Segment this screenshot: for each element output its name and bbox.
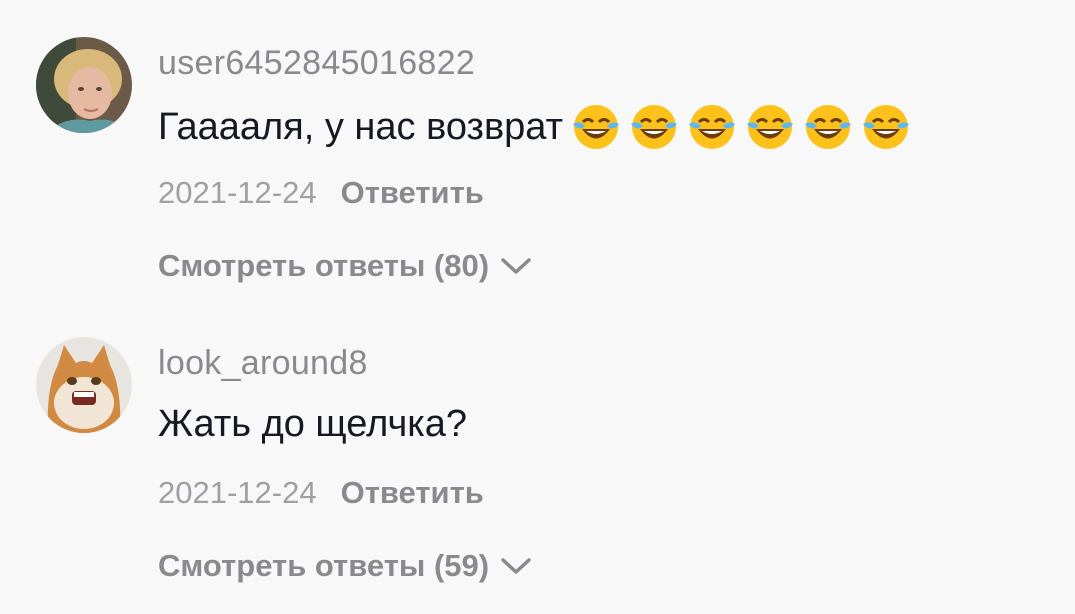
face-with-tears-of-joy-icon	[689, 105, 735, 149]
comment-item: look_around8 Жать до щелчка? 2021-12-24 О…	[0, 300, 1075, 614]
chevron-down-icon	[501, 558, 531, 574]
username[interactable]: user6452845016822	[158, 44, 475, 83]
face-with-tears-of-joy-icon	[863, 105, 909, 149]
comment-item: user6452845016822 Гааааля, у нас возврат…	[0, 0, 1075, 300]
comment-date: 2021-12-24	[158, 475, 317, 510]
comment-text: Гааааля, у нас возврат	[158, 100, 913, 154]
comment-text: Жать до щелчка?	[158, 403, 467, 446]
view-replies-button[interactable]: Смотреть ответы (59)	[158, 548, 533, 584]
username[interactable]: look_around8	[158, 344, 368, 383]
comment-meta: 2021-12-24 Ответить	[158, 475, 484, 511]
comment-meta: 2021-12-24 Ответить	[158, 175, 484, 211]
view-replies-label: Смотреть ответы (80)	[158, 248, 490, 283]
view-replies-button[interactable]: Смотреть ответы (80)	[158, 248, 533, 284]
avatar[interactable]	[36, 37, 132, 133]
comment-text-content: Жать до щелчка?	[158, 403, 468, 445]
emoji-row	[565, 100, 913, 154]
avatar[interactable]	[36, 337, 132, 433]
chevron-down-icon	[501, 258, 531, 274]
comment-date: 2021-12-24	[158, 175, 317, 210]
face-with-tears-of-joy-icon	[573, 105, 619, 149]
reply-button[interactable]: Ответить	[341, 175, 484, 210]
view-replies-label: Смотреть ответы (59)	[158, 548, 490, 583]
reply-button[interactable]: Ответить	[341, 475, 484, 510]
comment-text-content: Гааааля, у нас возврат	[158, 105, 563, 148]
face-with-tears-of-joy-icon	[747, 105, 793, 149]
face-with-tears-of-joy-icon	[631, 105, 677, 149]
face-with-tears-of-joy-icon	[805, 105, 851, 149]
